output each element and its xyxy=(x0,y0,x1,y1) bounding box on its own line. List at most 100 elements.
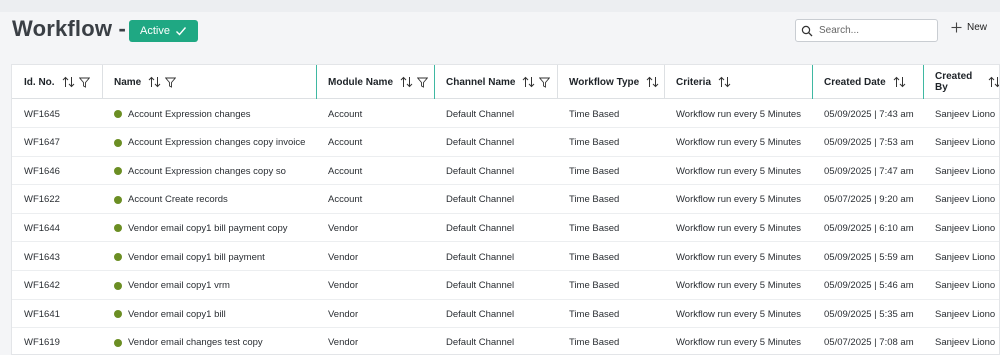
cell-text: Vendor xyxy=(328,280,359,292)
cell-text: Time Based xyxy=(569,280,620,292)
column-header-label: Workflow Type xyxy=(569,76,640,88)
sort-icon[interactable] xyxy=(988,76,1000,88)
search-box[interactable] xyxy=(795,19,938,42)
cell-id: WF1645 xyxy=(12,100,102,128)
column-header-name[interactable]: Name xyxy=(102,65,316,99)
cell-criteria: Workflow run every 5 Minutes xyxy=(664,243,812,271)
cell-text: Time Based xyxy=(569,137,620,149)
filter-icon[interactable] xyxy=(539,77,551,88)
cell-name[interactable]: Account Create records xyxy=(102,186,316,214)
cell-text: Workflow run every 5 Minutes xyxy=(676,194,801,206)
cell-name[interactable]: Vendor email copy1 bill xyxy=(102,300,316,328)
cell-name[interactable]: Vendor email copy1 vrm xyxy=(102,272,316,300)
cell-text: Account Create records xyxy=(128,194,228,206)
cell-text: Vendor email copy1 vrm xyxy=(128,280,230,292)
cell-by: Sanjeev Liono xyxy=(923,329,999,354)
table-row[interactable]: WF1647 Account Expression changes copy in… xyxy=(12,129,999,157)
cell-id: WF1619 xyxy=(12,329,102,354)
cell-name[interactable]: Account Expression changes copy so xyxy=(102,157,316,185)
cell-text: Workflow run every 5 Minutes xyxy=(676,308,801,320)
cell-text: Account Expression changes xyxy=(128,108,251,120)
cell-criteria: Workflow run every 5 Minutes xyxy=(664,214,812,242)
column-divider[interactable] xyxy=(557,65,558,99)
column-divider[interactable] xyxy=(102,65,103,99)
cell-by: Sanjeev Liono xyxy=(923,272,999,300)
sort-icon[interactable] xyxy=(400,76,413,88)
cell-text: Account xyxy=(328,194,363,206)
cell-channel: Default Channel xyxy=(434,300,557,328)
column-divider[interactable] xyxy=(316,65,317,99)
cell-created: 05/07/2025 | 7:08 am xyxy=(812,329,923,354)
cell-text: Workflow run every 5 Minutes xyxy=(676,251,801,263)
cell-type: Time Based xyxy=(557,157,664,185)
table-row[interactable]: WF1642 Vendor email copy1 vrm Vendor Defaul… xyxy=(12,272,999,300)
table-row[interactable]: WF1622 Account Create records Account Defau… xyxy=(12,186,999,214)
column-header-channel[interactable]: Channel Name xyxy=(434,65,557,99)
cell-text: Time Based xyxy=(569,251,620,263)
cell-text: 05/09/2025 | 7:47 am xyxy=(824,165,914,177)
sort-icon[interactable] xyxy=(646,76,659,88)
filter-icon[interactable] xyxy=(78,77,90,88)
cell-text: WF1619 xyxy=(24,337,60,349)
cell-criteria: Workflow run every 5 Minutes xyxy=(664,186,812,214)
cell-text: WF1641 xyxy=(24,308,60,320)
cell-text: Account Expression changes copy so xyxy=(128,165,286,177)
table-row[interactable]: WF1643 Vendor email copy1 bill payment Ven… xyxy=(12,243,999,271)
cell-type: Time Based xyxy=(557,100,664,128)
table-row[interactable]: WF1644 Vendor email copy1 bill payment co… xyxy=(12,214,999,243)
column-divider[interactable] xyxy=(664,65,665,99)
cell-name[interactable]: Vendor email copy1 bill payment copy xyxy=(102,214,316,242)
column-header-module[interactable]: Module Name xyxy=(316,65,434,99)
table-row[interactable]: WF1641 Vendor email copy1 bill Vendor Defau… xyxy=(12,300,999,329)
cell-id: WF1647 xyxy=(12,129,102,157)
cell-text: Workflow run every 5 Minutes xyxy=(676,222,801,234)
column-divider[interactable] xyxy=(434,65,435,99)
cell-type: Time Based xyxy=(557,129,664,157)
cell-text: Sanjeev Liono xyxy=(935,251,996,263)
column-header-type[interactable]: Workflow Type xyxy=(557,65,664,99)
cell-by: Sanjeev Liono xyxy=(923,100,999,128)
column-divider[interactable] xyxy=(923,65,924,99)
cell-text: Default Channel xyxy=(446,222,515,234)
cell-name[interactable]: Vendor email changes test copy xyxy=(102,329,316,354)
table-row[interactable]: WF1646 Account Expression changes copy so… xyxy=(12,157,999,186)
column-header-label: Channel Name xyxy=(446,76,516,88)
cell-text: WF1644 xyxy=(24,222,60,234)
sort-icon[interactable] xyxy=(893,76,906,88)
column-header-created[interactable]: Created Date xyxy=(812,65,923,99)
plus-icon xyxy=(951,22,962,33)
column-header-label: Criteria xyxy=(676,76,712,88)
column-divider[interactable] xyxy=(812,65,813,99)
cell-type: Time Based xyxy=(557,243,664,271)
sort-icon[interactable] xyxy=(148,76,161,88)
cell-text: Time Based xyxy=(569,108,620,120)
cell-text: Sanjeev Liono xyxy=(935,165,996,177)
search-input[interactable] xyxy=(819,25,929,36)
cell-type: Time Based xyxy=(557,186,664,214)
sort-icon[interactable] xyxy=(718,76,731,88)
cell-text: 05/07/2025 | 9:20 am xyxy=(824,194,914,206)
cell-name[interactable]: Vendor email copy1 bill payment xyxy=(102,243,316,271)
new-button[interactable]: New xyxy=(951,22,987,33)
status-dot-icon xyxy=(114,167,122,176)
column-header-id[interactable]: Id. No. xyxy=(12,65,102,99)
column-header-icons xyxy=(988,76,1000,88)
table-row[interactable]: WF1645 Account Expression changes Account D… xyxy=(12,100,999,128)
column-header-label: Module Name xyxy=(328,76,394,88)
cell-channel: Default Channel xyxy=(434,214,557,242)
filter-icon[interactable] xyxy=(165,77,177,88)
cell-name[interactable]: Account Expression changes copy invoice xyxy=(102,129,316,157)
filter-icon[interactable] xyxy=(417,77,429,88)
status-dot-icon xyxy=(114,224,122,233)
sort-icon[interactable] xyxy=(522,76,535,88)
status-toggle-button[interactable]: Active xyxy=(129,20,198,42)
page-title: Workflow - xyxy=(12,16,127,41)
column-header-criteria[interactable]: Criteria xyxy=(664,65,812,99)
cell-created: 05/09/2025 | 5:46 am xyxy=(812,272,923,300)
status-dot-icon xyxy=(114,195,122,204)
table-row[interactable]: WF1619 Vendor email changes test copy Vend… xyxy=(12,329,999,354)
cell-channel: Default Channel xyxy=(434,100,557,128)
cell-name[interactable]: Account Expression changes xyxy=(102,100,316,128)
sort-icon[interactable] xyxy=(62,76,75,88)
column-header-by[interactable]: Created By xyxy=(923,65,1000,99)
